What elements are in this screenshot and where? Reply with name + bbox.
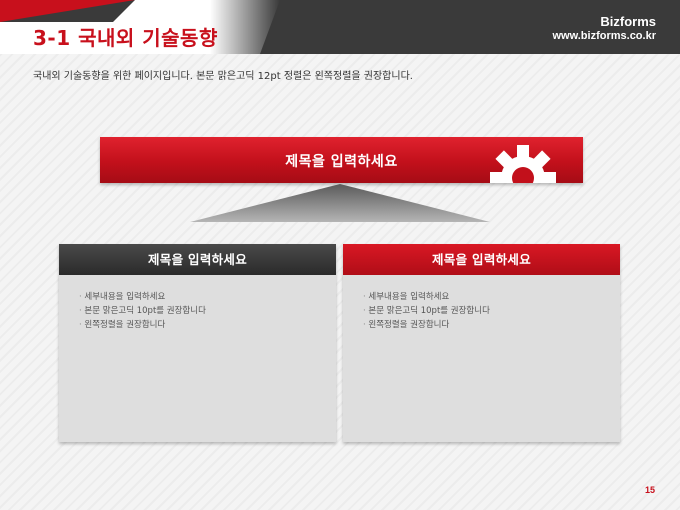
bullet-item: 세부내용을 입력하세요	[363, 290, 620, 304]
intro-text: 국내외 기술동향을 위한 페이지입니다. 본문 맑은고딕 12pt 정렬은 왼쪽…	[33, 71, 413, 82]
content-card-right: 제목을 입력하세요 세부내용을 입력하세요 본문 맑은고딕 10pt를 권장합니…	[343, 244, 620, 442]
brand-block: Bizforms www.bizforms.co.kr	[552, 14, 656, 44]
card-title: 제목을 입력하세요	[343, 244, 620, 275]
header-bar: 3-1 국내외 기술동향 Bizforms www.bizforms.co.kr	[0, 0, 680, 54]
brand-url: www.bizforms.co.kr	[552, 30, 656, 42]
page-number: 15	[644, 485, 655, 495]
funnel-shape	[190, 184, 490, 222]
card-title: 제목을 입력하세요	[59, 244, 336, 275]
bullet-list: 세부내용을 입력하세요 본문 맑은고딕 10pt를 권장합니다 왼쪽정렬을 권장…	[59, 275, 336, 332]
gear-icon	[490, 145, 556, 183]
bullet-item: 본문 맑은고딕 10pt를 권장합니다	[363, 304, 620, 318]
page-title: 3-1 국내외 기술동향	[33, 26, 218, 50]
bullet-item: 세부내용을 입력하세요	[79, 290, 336, 304]
bullet-item: 본문 맑은고딕 10pt를 권장합니다	[79, 304, 336, 318]
bullet-item: 왼쪽정렬을 권장합니다	[363, 318, 620, 332]
brand-name: Bizforms	[600, 14, 656, 29]
banner: 제목을 입력하세요	[100, 137, 583, 183]
bullet-list: 세부내용을 입력하세요 본문 맑은고딕 10pt를 권장합니다 왼쪽정렬을 권장…	[343, 275, 620, 332]
header-red-accent	[0, 0, 135, 22]
bullet-item: 왼쪽정렬을 권장합니다	[79, 318, 336, 332]
content-card-left: 제목을 입력하세요 세부내용을 입력하세요 본문 맑은고딕 10pt를 권장합니…	[59, 244, 336, 442]
